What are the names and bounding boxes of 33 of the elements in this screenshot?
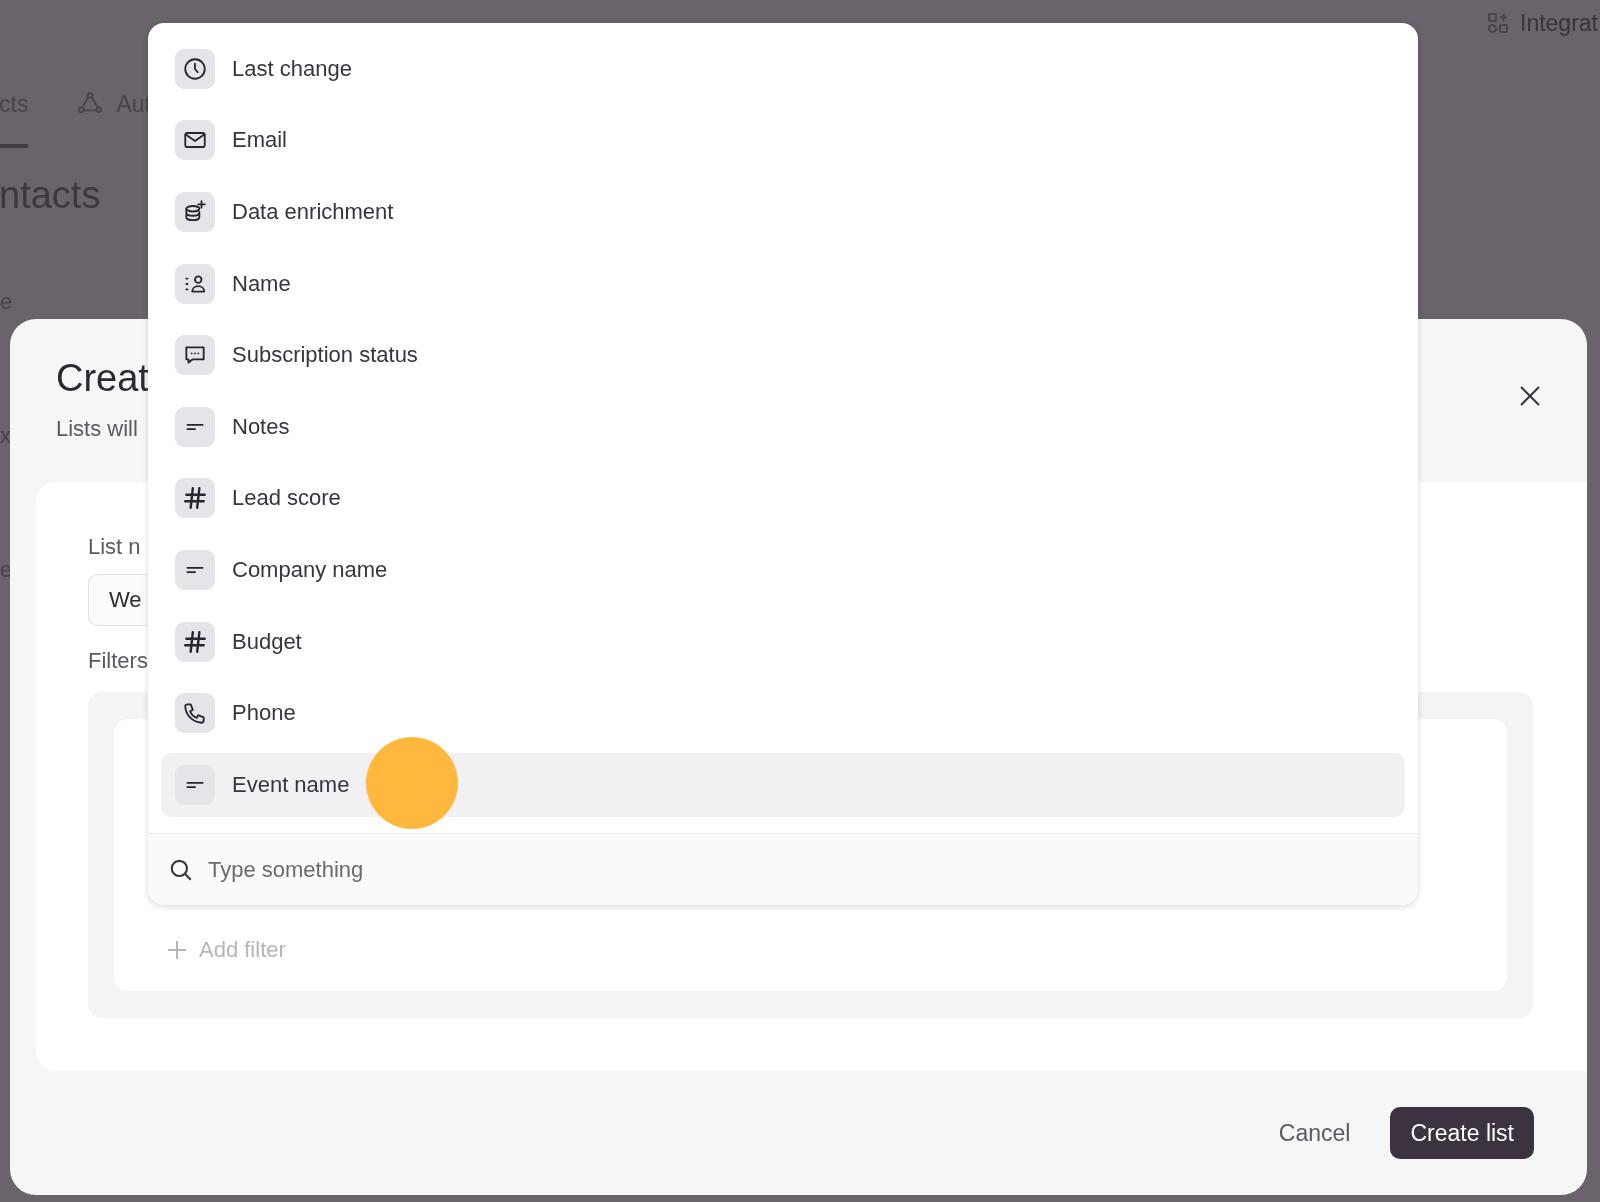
dialog-title: Creat [56, 357, 149, 400]
text-lines-icon [175, 764, 215, 805]
clock-icon [175, 48, 215, 89]
hash-icon [175, 621, 215, 662]
create-list-button[interactable]: Create list [1390, 1107, 1534, 1159]
search-input[interactable]: Type something [206, 848, 1398, 891]
field-option[interactable]: Company name [161, 537, 1405, 602]
field-option[interactable]: Phone [161, 681, 1405, 746]
envelope-icon [175, 120, 215, 161]
field-option[interactable]: Notes [161, 394, 1405, 459]
field-option[interactable]: Email [161, 108, 1405, 173]
field-option[interactable]: Last change [161, 36, 1405, 101]
field-option[interactable]: Data enrichment [161, 180, 1405, 244]
field-option[interactable]: Subscription status [161, 323, 1405, 388]
field-option[interactable]: Event name [161, 752, 1405, 817]
phone-icon [175, 693, 215, 734]
text-lines-icon [175, 549, 215, 590]
close-icon[interactable] [1519, 385, 1541, 407]
plus-icon [167, 940, 187, 960]
field-option[interactable]: Lead score [161, 466, 1405, 531]
dialog-subtitle: Lists will [56, 416, 139, 442]
database-sparkle-icon [175, 192, 215, 232]
field-label: List n [88, 534, 142, 560]
cancel-button[interactable]: Cancel [1274, 1107, 1355, 1159]
field-option[interactable]: Budget [161, 609, 1405, 674]
apps-add-icon [1486, 11, 1510, 35]
text-lines-icon [175, 406, 215, 447]
person-list-icon [175, 263, 215, 304]
hash-icon [175, 478, 215, 519]
chat-bubble-icon [175, 335, 215, 376]
search-field[interactable]: Type something [148, 832, 1418, 905]
field-label: Filters [88, 648, 149, 674]
field-option[interactable]: Name [161, 251, 1405, 316]
